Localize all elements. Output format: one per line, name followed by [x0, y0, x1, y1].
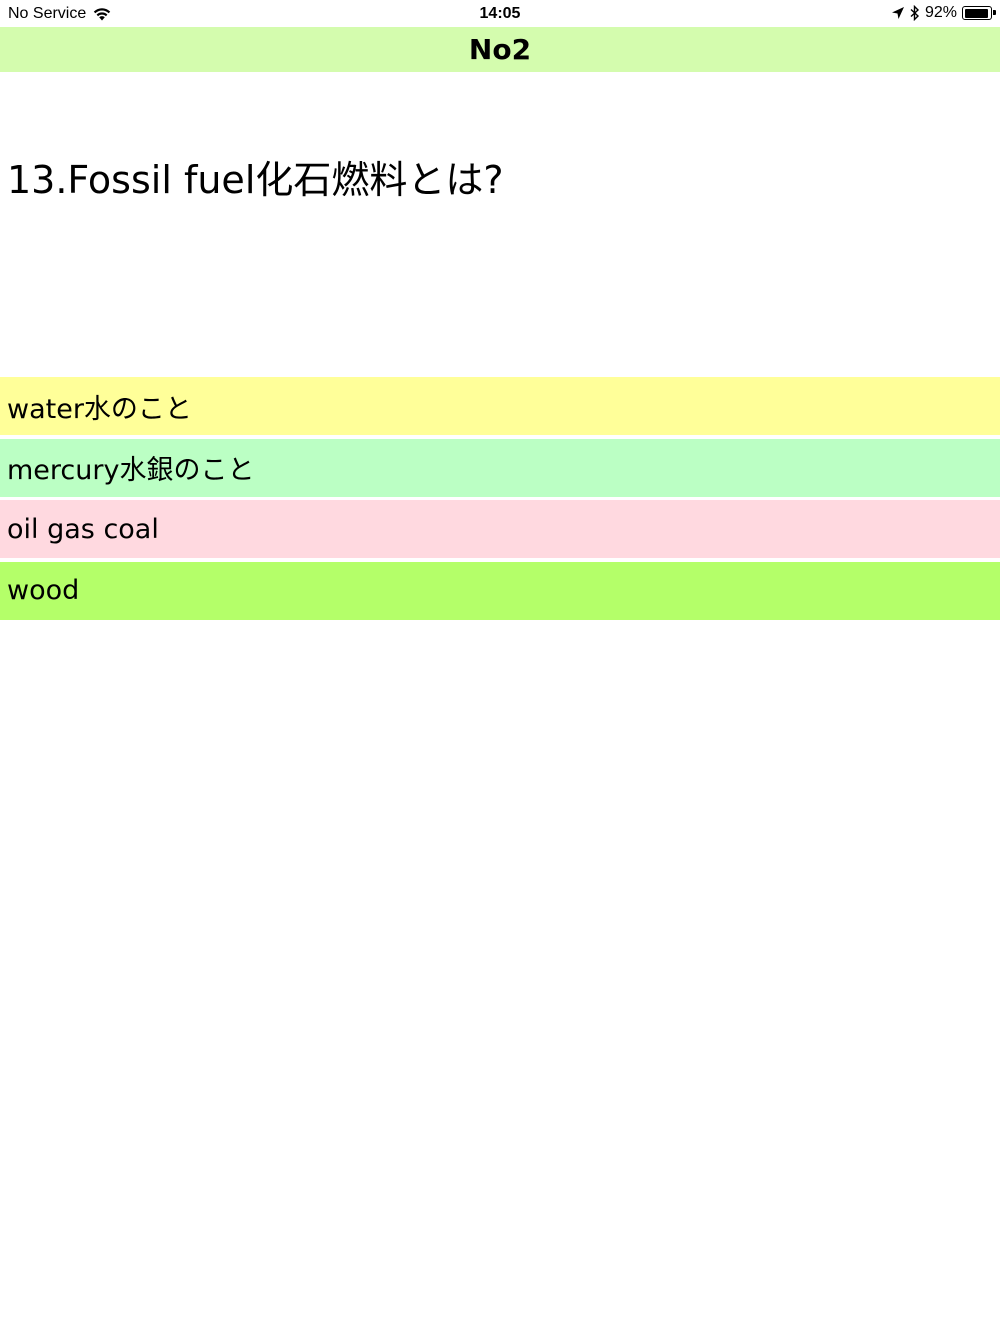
answer-label: mercury水銀のこと — [7, 455, 255, 486]
battery-percent: 92% — [924, 4, 957, 21]
answer-label: water水のこと — [7, 393, 192, 425]
status-time: 14:05 — [479, 5, 521, 22]
answer-button-3[interactable]: oil gas coal — [0, 500, 1000, 558]
battery-cap — [993, 10, 996, 15]
battery-fill — [964, 8, 988, 18]
page-title: No2 — [468, 33, 532, 66]
answer-button-2[interactable]: mercury水銀のこと — [0, 438, 1000, 497]
location-arrow-icon — [891, 6, 905, 20]
question-text: 13.Fossil fuel化石燃料とは? — [7, 158, 504, 202]
answer-button-1[interactable]: water水のこと — [0, 377, 1000, 435]
answer-label: oil gas coal — [7, 513, 159, 545]
battery-icon — [962, 6, 996, 20]
status-right: 92% — [891, 4, 996, 22]
status-bar: No Service 14:05 92% — [0, 0, 1000, 27]
answer-list: water水のこと mercury水銀のこと oil gas coal wood — [0, 377, 1000, 623]
bluetooth-icon — [910, 5, 920, 21]
answer-button-4[interactable]: wood — [0, 561, 1000, 620]
nav-bar: No2 — [0, 27, 1000, 72]
answer-label: wood — [7, 575, 80, 606]
